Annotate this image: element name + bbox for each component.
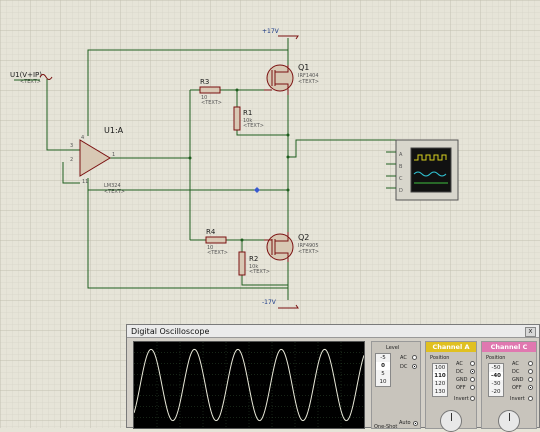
- q1-ref: Q1: [298, 63, 309, 72]
- ch-c-mode-gnd[interactable]: GND: [512, 377, 523, 383]
- channel-a-panel: Channel A Position 100 110 120 130 AC DC…: [425, 341, 477, 432]
- level-label: Level: [386, 345, 400, 351]
- auto-label[interactable]: Auto: [399, 420, 411, 426]
- ch-a-mode-off[interactable]: OFF: [456, 385, 466, 391]
- position-value: 110: [433, 372, 447, 380]
- channel-a-knob[interactable]: [440, 410, 462, 432]
- r3-ref: R3: [200, 78, 209, 86]
- pin-4: 4: [81, 135, 84, 141]
- one-shot-label[interactable]: One-Shot: [374, 424, 397, 430]
- level-value: -5: [380, 355, 386, 361]
- position-label: Position: [430, 355, 450, 361]
- r1-ref: R1: [243, 109, 252, 117]
- ch-a-mode-dc[interactable]: DC: [456, 369, 463, 375]
- channel-c-panel: Channel C Position -50 -40 -30 -20 AC DC…: [481, 341, 537, 432]
- position-label: Position: [486, 355, 506, 361]
- ch-a-ac-radio[interactable]: [470, 361, 475, 366]
- scope-screen: [133, 341, 365, 429]
- scope-display: [133, 342, 365, 428]
- pin-2: 2: [70, 157, 73, 163]
- mosfet-icon: [266, 64, 294, 92]
- pin-3: 3: [70, 143, 73, 149]
- position-value: 120: [434, 381, 446, 387]
- channel-c-knob[interactable]: [498, 410, 520, 432]
- r3-text: <TEXT>: [201, 100, 222, 106]
- position-value: -40: [489, 372, 503, 380]
- r1-text: <TEXT>: [243, 123, 264, 129]
- position-value: -20: [491, 389, 501, 395]
- position-value: 100: [434, 365, 446, 371]
- ch-c-invert[interactable]: Invert: [510, 396, 525, 402]
- trigger-ac-radio[interactable]: [412, 355, 417, 360]
- ch-c-gnd-radio[interactable]: [528, 377, 533, 382]
- channel-c-header: Channel C: [482, 342, 536, 352]
- ch-c-invert-radio[interactable]: [528, 396, 533, 401]
- scope-channel-c: C: [399, 176, 403, 182]
- pin-11: 11: [82, 179, 88, 185]
- q2-ref: Q2: [298, 233, 309, 242]
- position-value: -50: [491, 365, 501, 371]
- trigger-panel: Level -5 0 5 10 AC DC Auto One-Shot: [371, 341, 421, 430]
- q1-text: <TEXT>: [298, 79, 319, 85]
- power-neg-label: -17V: [262, 299, 277, 306]
- auto-radio[interactable]: [413, 421, 418, 426]
- mosfet-icon: [266, 233, 294, 261]
- channel-a-header: Channel A: [426, 342, 476, 352]
- power-pos-label: +17V: [262, 28, 280, 35]
- scope-channel-b: B: [399, 164, 403, 170]
- scope-instrument[interactable]: A B C D: [386, 139, 459, 201]
- window-title: Digital Oscilloscope: [127, 325, 539, 338]
- trigger-mode-ac[interactable]: AC: [400, 355, 407, 361]
- level-value: 5: [381, 371, 385, 377]
- r4-ref: R4: [206, 228, 216, 236]
- ch-c-mode-dc[interactable]: DC: [512, 369, 519, 375]
- level-value: 0: [376, 362, 390, 370]
- ch-c-off-radio[interactable]: [528, 385, 533, 390]
- scope-channel-a: A: [399, 152, 403, 158]
- pin-1: 1: [112, 152, 115, 158]
- r2-ref: R2: [249, 255, 258, 263]
- trigger-mode-dc[interactable]: DC: [400, 364, 407, 370]
- level-selector[interactable]: -5 0 5 10: [375, 353, 391, 387]
- channel-a-position-selector[interactable]: 100 110 120 130: [432, 363, 448, 397]
- q2-text: <TEXT>: [298, 249, 319, 255]
- ch-c-mode-ac[interactable]: AC: [512, 361, 519, 367]
- ch-c-mode-off[interactable]: OFF: [512, 385, 522, 391]
- level-value: 10: [379, 379, 387, 385]
- position-value: -30: [491, 381, 501, 387]
- ch-c-ac-radio[interactable]: [528, 361, 533, 366]
- ch-c-dc-radio[interactable]: [528, 369, 533, 374]
- source-label: U1(V+IP): [10, 71, 42, 79]
- ch-a-invert[interactable]: Invert: [454, 396, 469, 402]
- scope-channel-d: D: [399, 188, 403, 194]
- r4-text: <TEXT>: [207, 250, 228, 256]
- r2-text: <TEXT>: [249, 269, 270, 275]
- channel-c-position-selector[interactable]: -50 -40 -30 -20: [488, 363, 504, 397]
- ch-a-mode-gnd[interactable]: GND: [456, 377, 467, 383]
- ch-a-gnd-radio[interactable]: [470, 377, 475, 382]
- opamp-text: <TEXT>: [104, 189, 125, 195]
- trigger-dc-radio[interactable]: [412, 364, 417, 369]
- ch-a-off-radio[interactable]: [470, 385, 475, 390]
- close-button[interactable]: x: [525, 327, 536, 337]
- ch-a-dc-radio[interactable]: [470, 369, 475, 374]
- opamp-ref: U1:A: [104, 126, 124, 135]
- ch-a-invert-radio[interactable]: [470, 396, 475, 401]
- ch-a-mode-ac[interactable]: AC: [456, 361, 463, 367]
- oscilloscope-window[interactable]: Digital Oscilloscope x Level -5 0 5 10 A…: [126, 324, 540, 432]
- position-value: 130: [434, 389, 446, 395]
